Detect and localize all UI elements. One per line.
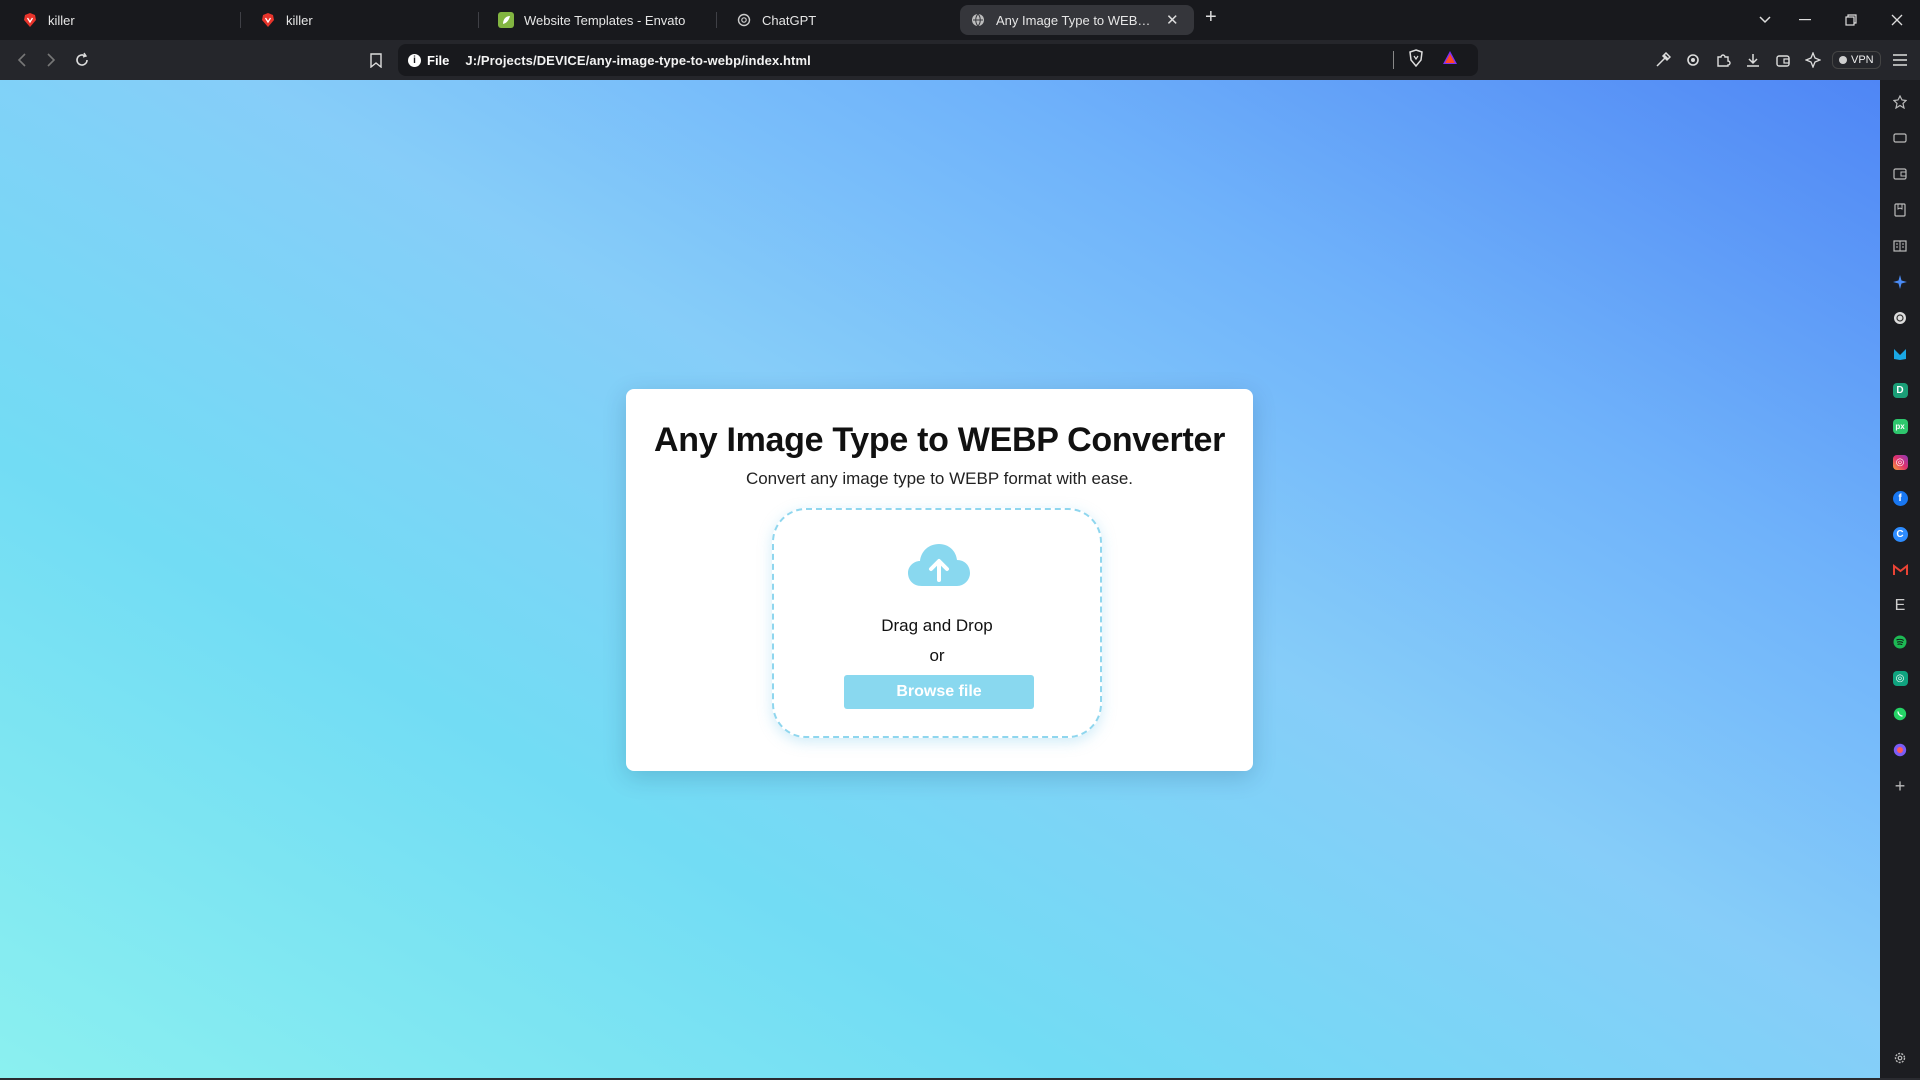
- settings-icon[interactable]: [1888, 1046, 1912, 1070]
- extensions-puzzle-icon[interactable]: [1708, 40, 1738, 80]
- add-panel-icon[interactable]: +: [1888, 774, 1912, 798]
- tab-killer-1[interactable]: killer: [12, 4, 232, 36]
- menu-hamburger-icon[interactable]: [1885, 40, 1915, 80]
- bookmark-icon[interactable]: [1888, 198, 1912, 222]
- tab-chatgpt[interactable]: ChatGPT: [726, 4, 946, 36]
- tab-title: killer: [286, 12, 313, 28]
- new-tab-button[interactable]: +: [1205, 6, 1217, 29]
- browse-file-button[interactable]: Browse file: [844, 675, 1034, 709]
- or-text: or: [929, 646, 945, 665]
- wallet-icon[interactable]: [1888, 162, 1912, 186]
- converter-card: Any Image Type to WEBP Converter Convert…: [626, 389, 1253, 771]
- openai-icon: [736, 12, 752, 28]
- vpn-status-icon: [1839, 56, 1847, 64]
- vpn-button[interactable]: VPN: [1832, 51, 1881, 69]
- color-picker-icon[interactable]: [1648, 40, 1678, 80]
- malwarebytes-icon[interactable]: [1888, 342, 1912, 366]
- pixabay-icon[interactable]: px: [1888, 414, 1912, 438]
- envato-leaf-icon: [498, 12, 514, 28]
- drag-drop-text: Drag and Drop: [881, 616, 993, 635]
- tab-envato[interactable]: Website Templates - Envato: [488, 4, 708, 36]
- whatsapp-icon[interactable]: [1888, 702, 1912, 726]
- leo-ai-icon[interactable]: [1888, 270, 1912, 294]
- leo-ai-icon[interactable]: [1798, 40, 1828, 80]
- brave-rewards-icon[interactable]: [1442, 50, 1458, 70]
- facebook-icon[interactable]: f: [1888, 486, 1912, 510]
- page-subtitle: Convert any image type to WEBP format wi…: [745, 469, 1134, 488]
- brave-lion-icon: [22, 12, 38, 28]
- close-window-button[interactable]: [1874, 0, 1920, 40]
- browser-sidebar: D px ◎ f C E ◎ +: [1880, 80, 1920, 1080]
- globe-icon: [970, 12, 986, 28]
- tab-title: ChatGPT: [762, 12, 817, 28]
- scheme-label: File: [427, 52, 450, 68]
- tab-killer-2[interactable]: killer: [250, 4, 470, 36]
- tab-webp-converter[interactable]: Any Image Type to WEBP Conve ✕: [960, 5, 1194, 35]
- forward-button[interactable]: [39, 48, 63, 72]
- site-info-button[interactable]: i File: [408, 53, 449, 68]
- brave-lion-icon: [260, 12, 276, 28]
- back-button[interactable]: [10, 48, 34, 72]
- tab-strip: killer killer Website Templates - Envato…: [0, 0, 1920, 40]
- tab-title: Any Image Type to WEBP Conve: [996, 12, 1158, 28]
- spotify-icon[interactable]: [1888, 630, 1912, 654]
- openai-icon[interactable]: [1888, 306, 1912, 330]
- close-tab-icon[interactable]: ✕: [1166, 11, 1179, 29]
- extension-gear-icon[interactable]: [1678, 40, 1708, 80]
- envato-icon[interactable]: E: [1888, 594, 1912, 618]
- minimize-button[interactable]: [1782, 0, 1828, 40]
- url-text[interactable]: J:/Projects/DEVICE/any-image-type-to-web…: [465, 53, 810, 68]
- page-title: Any Image Type to WEBP Converter: [653, 421, 1226, 459]
- address-bar[interactable]: i File J:/Projects/DEVICE/any-image-type…: [398, 44, 1478, 76]
- drop-zone[interactable]: Drag and Drop or Browse file: [772, 508, 1102, 738]
- cloud-upload-icon: [908, 544, 970, 586]
- messenger-icon[interactable]: [1888, 738, 1912, 762]
- info-icon: i: [408, 53, 421, 67]
- restore-button[interactable]: [1828, 0, 1874, 40]
- reading-list-icon[interactable]: [1888, 234, 1912, 258]
- bookmark-icon[interactable]: [364, 48, 388, 72]
- wallet-icon[interactable]: [1768, 40, 1798, 80]
- page-viewport: Any Image Type to WEBP Converter Convert…: [0, 80, 1880, 1078]
- gmail-icon[interactable]: [1888, 558, 1912, 582]
- star-icon[interactable]: [1888, 90, 1912, 114]
- tab-title: Website Templates - Envato: [524, 12, 686, 28]
- tab-title: killer: [48, 12, 75, 28]
- reload-button[interactable]: [70, 48, 94, 72]
- chatgpt-icon[interactable]: ◎: [1888, 666, 1912, 690]
- browser-toolbar: i File J:/Projects/DEVICE/any-image-type…: [0, 40, 1920, 80]
- chrome-icon[interactable]: C: [1888, 522, 1912, 546]
- downloads-icon[interactable]: [1738, 40, 1768, 80]
- instagram-icon[interactable]: ◎: [1888, 450, 1912, 474]
- video-icon[interactable]: [1888, 126, 1912, 150]
- brave-shields-icon[interactable]: [1408, 48, 1424, 72]
- vpn-label: VPN: [1851, 54, 1874, 66]
- dribbble-icon[interactable]: D: [1888, 378, 1912, 402]
